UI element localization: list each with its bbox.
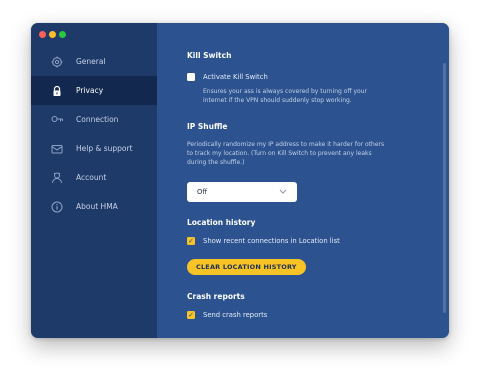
location-history-checkbox[interactable]: ✓ [187, 237, 195, 245]
app-window: General Privacy Connection Help & suppor… [31, 23, 449, 338]
kill-switch-row[interactable]: Activate Kill Switch [187, 73, 437, 81]
kill-switch-label: Activate Kill Switch [203, 73, 268, 81]
sidebar-item-label: General [76, 57, 106, 66]
minimize-window-button[interactable] [49, 31, 56, 38]
window-controls [39, 31, 66, 38]
kill-switch-description: Ensures your ass is always covered by tu… [203, 88, 367, 104]
sidebar-item-privacy[interactable]: Privacy [31, 76, 157, 105]
user-icon [50, 171, 64, 185]
clear-location-history-button[interactable]: CLEAR LOCATION HISTORY [187, 259, 306, 275]
location-history-heading: Location history [187, 218, 256, 227]
sidebar-nav: General Privacy Connection Help & suppor… [31, 47, 157, 221]
gear-icon [50, 55, 64, 69]
sidebar-item-label: Help & support [76, 144, 133, 153]
sidebar-item-connection[interactable]: Connection [31, 105, 157, 134]
crash-reports-label: Send crash reports [203, 311, 268, 319]
sidebar-item-general[interactable]: General [31, 47, 157, 76]
crash-reports-row[interactable]: ✓ Send crash reports [187, 311, 437, 319]
crash-reports-checkbox[interactable]: ✓ [187, 311, 195, 319]
location-history-row[interactable]: ✓ Show recent connections in Location li… [187, 237, 437, 245]
maximize-window-button[interactable] [59, 31, 66, 38]
envelope-icon [50, 142, 64, 156]
kill-switch-checkbox[interactable] [187, 73, 195, 81]
sidebar-item-account[interactable]: Account [31, 163, 157, 192]
sidebar: General Privacy Connection Help & suppor… [31, 23, 157, 338]
sidebar-item-label: Connection [76, 115, 119, 124]
ip-shuffle-description: Periodically randomize my IP address to … [187, 141, 385, 166]
key-icon [50, 113, 64, 127]
privacy-settings-panel: Kill Switch Activate Kill Switch Ensures… [157, 23, 449, 338]
lock-icon [50, 84, 64, 98]
crash-reports-heading: Crash reports [187, 292, 245, 301]
sidebar-item-label: About HMA [76, 202, 118, 211]
info-icon [50, 200, 64, 214]
kill-switch-heading: Kill Switch [187, 51, 232, 60]
sidebar-item-about[interactable]: About HMA [31, 192, 157, 221]
sidebar-item-label: Account [76, 173, 107, 182]
scrollbar[interactable] [443, 63, 446, 313]
close-window-button[interactable] [39, 31, 46, 38]
ip-shuffle-heading: IP Shuffle [187, 122, 228, 131]
ip-shuffle-select[interactable]: Off [187, 182, 297, 202]
sidebar-item-help-support[interactable]: Help & support [31, 134, 157, 163]
location-history-label: Show recent connections in Location list [203, 237, 340, 245]
chevron-down-icon [279, 188, 287, 196]
ip-shuffle-selected-value: Off [197, 188, 208, 196]
sidebar-item-label: Privacy [76, 86, 104, 95]
